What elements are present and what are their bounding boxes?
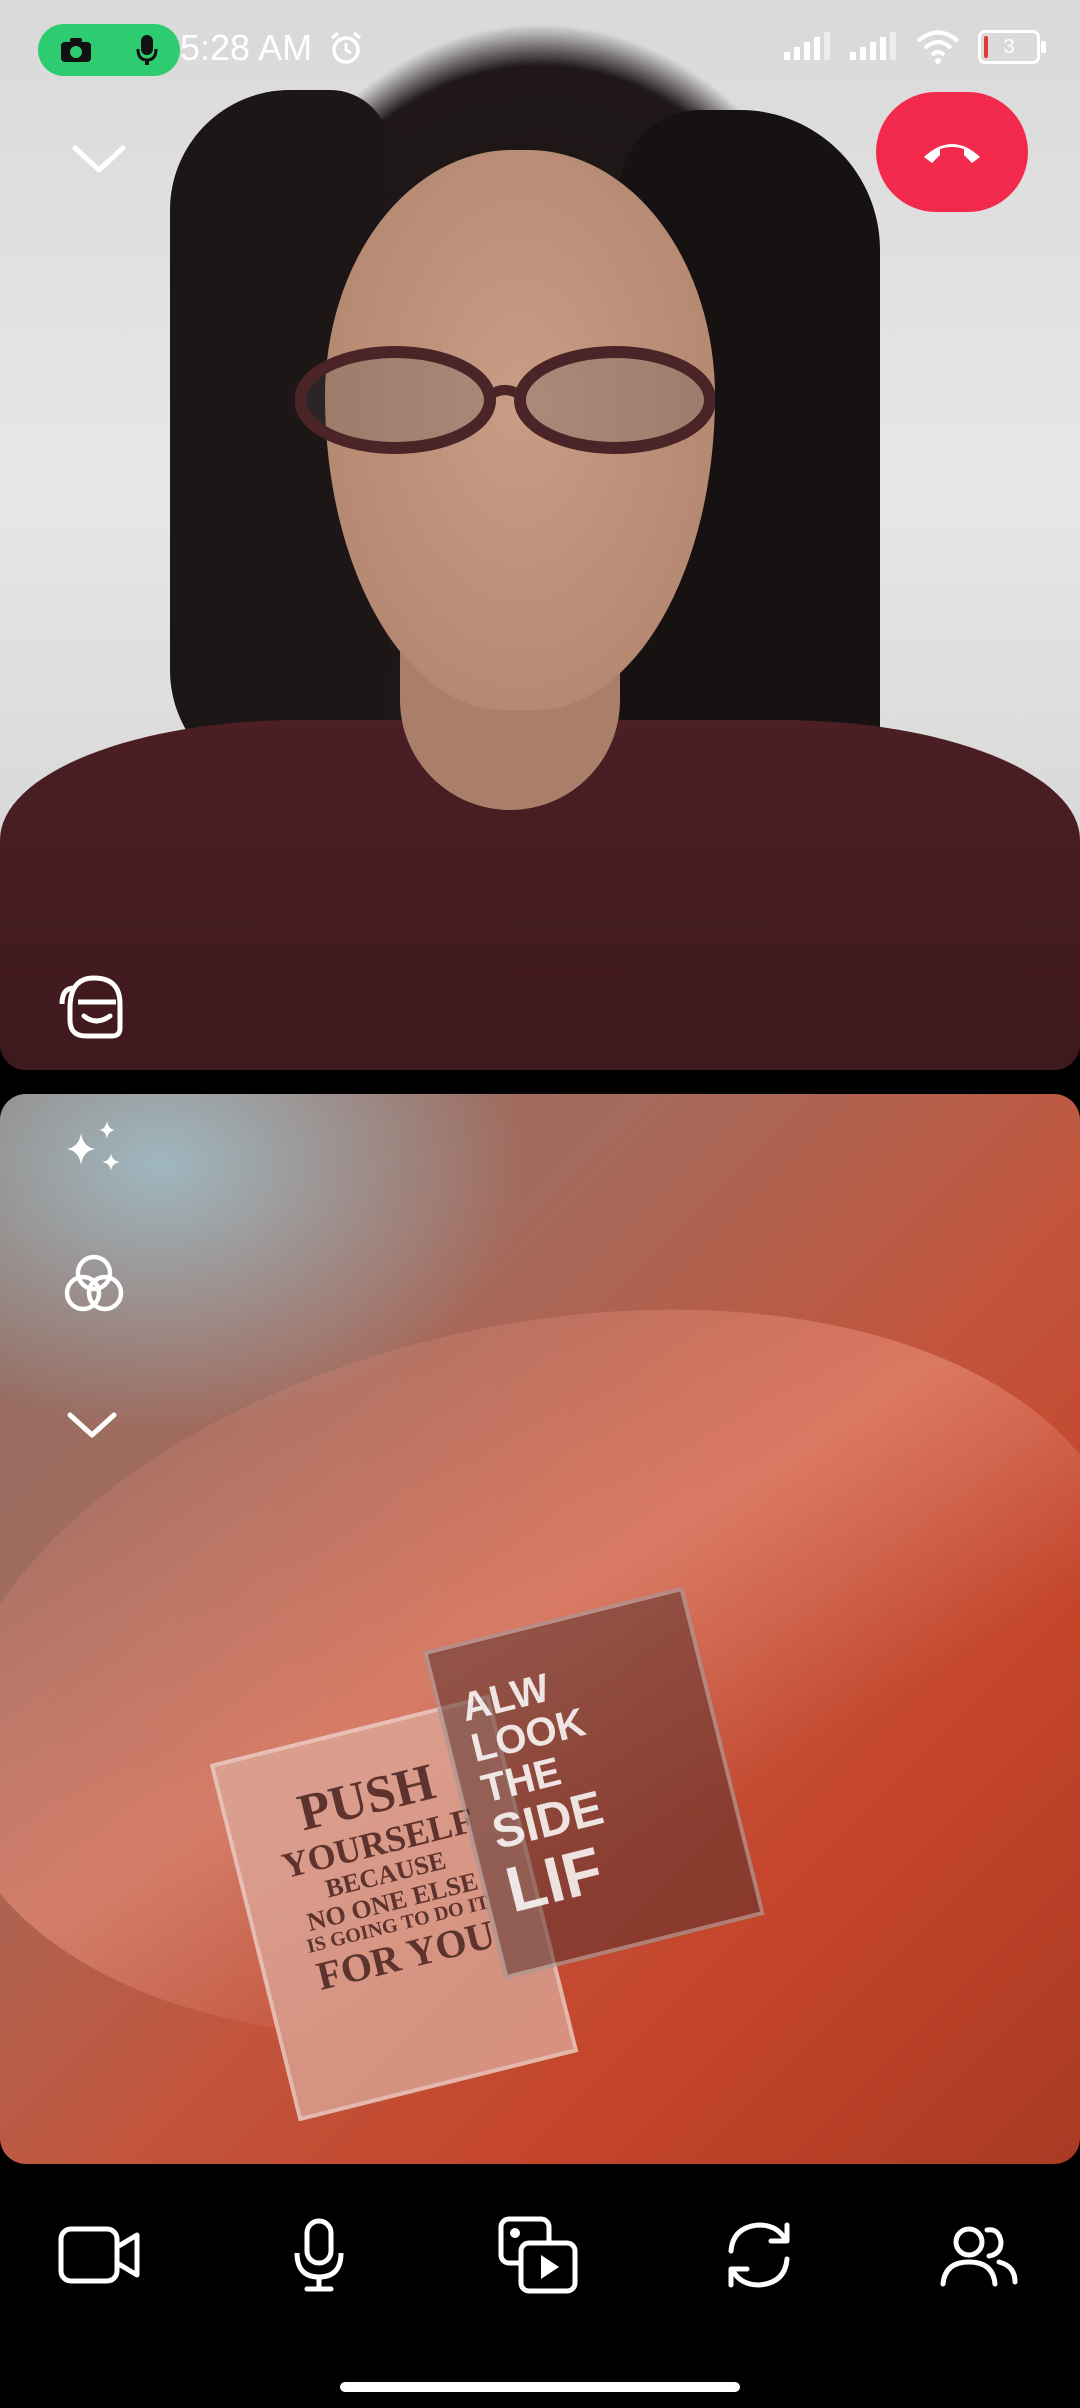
more-options-button[interactable] <box>60 1400 124 1450</box>
chevron-down-icon <box>71 142 127 174</box>
bitmoji-button[interactable] <box>54 966 134 1046</box>
flip-camera-button[interactable] <box>704 2200 814 2310</box>
participants-icon <box>937 2220 1021 2290</box>
status-bar: 5:28 AM 3 <box>0 0 1080 100</box>
wifi-icon <box>916 30 960 64</box>
system-icons: 3 <box>784 30 1046 64</box>
signal-icon <box>784 32 832 62</box>
participants-button[interactable] <box>924 2200 1034 2310</box>
microphone-icon <box>135 33 159 67</box>
microphone-icon <box>289 2217 349 2293</box>
chevron-down-icon <box>66 1410 118 1440</box>
hang-up-icon <box>920 137 984 167</box>
flip-camera-icon <box>719 2217 799 2293</box>
glasses-shape <box>295 346 715 454</box>
clock-time: 5:28 AM <box>180 27 313 68</box>
lens-filter-icon <box>59 1249 129 1319</box>
call-controls-bar <box>0 2190 1080 2320</box>
recording-indicator <box>38 24 180 76</box>
lens-filter-button[interactable] <box>56 1246 132 1322</box>
home-indicator[interactable] <box>340 2382 740 2392</box>
battery-icon: 3 <box>978 30 1046 64</box>
sparkle-icon <box>59 1113 129 1183</box>
video-camera-icon <box>57 2223 141 2287</box>
camera-icon <box>59 36 93 64</box>
end-call-button[interactable] <box>876 92 1028 212</box>
effects-button[interactable] <box>56 1110 132 1186</box>
share-media-button[interactable] <box>484 2200 594 2310</box>
video-toggle-button[interactable] <box>44 2200 154 2310</box>
microphone-toggle-button[interactable] <box>264 2200 374 2310</box>
share-media-icon <box>497 2215 581 2295</box>
local-video: PUSH YOURSELF BECAUSE NO ONE ELSE IS GOI… <box>0 1094 1080 2164</box>
battery-level: 3 <box>1003 35 1015 58</box>
alarm-icon <box>328 30 364 66</box>
signal-icon <box>850 32 898 62</box>
bitmoji-icon <box>56 968 132 1044</box>
minimize-call-button[interactable] <box>64 128 134 188</box>
